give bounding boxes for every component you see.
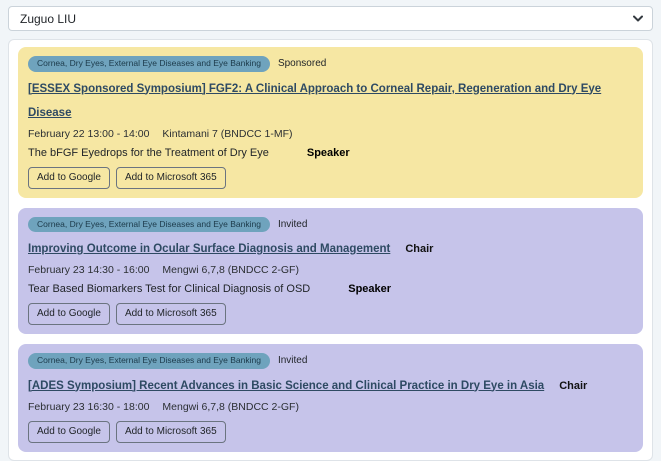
profile-select-value: Zuguo LIU <box>20 12 76 26</box>
category-badge: Cornea, Dry Eyes, External Eye Diseases … <box>28 217 270 233</box>
presentation-title: The bFGF Eyedrops for the Treatment of D… <box>28 147 269 159</box>
add-to-microsoft-button[interactable]: Add to Microsoft 365 <box>116 421 226 443</box>
presentation-role-label: Speaker <box>307 147 350 159</box>
event-card: Cornea, Dry Eyes, External Eye Diseases … <box>18 208 643 335</box>
session-time: February 22 13:00 - 14:00 <box>28 128 149 140</box>
add-to-google-button[interactable]: Add to Google <box>28 167 110 189</box>
session-location: Mengwi 6,7,8 (BNDCC 2-GF) <box>162 264 299 276</box>
invitation-type-label: Invited <box>278 219 307 230</box>
add-to-google-button[interactable]: Add to Google <box>28 421 110 443</box>
session-title-link[interactable]: Improving Outcome in Ocular Surface Diag… <box>28 243 390 255</box>
session-time: February 23 14:30 - 16:00 <box>28 264 149 276</box>
events-panel: Cornea, Dry Eyes, External Eye Diseases … <box>8 39 653 461</box>
chevron-down-icon <box>633 15 643 22</box>
session-role-label: Chair <box>559 380 587 392</box>
session-role-label: Chair <box>405 243 433 255</box>
invitation-type-label: Sponsored <box>278 58 326 69</box>
add-to-microsoft-button[interactable]: Add to Microsoft 365 <box>116 303 226 325</box>
session-title-link[interactable]: [ADES Symposium] Recent Advances in Basi… <box>28 380 544 392</box>
session-location: Kintamani 7 (BNDCC 1-MF) <box>162 128 292 140</box>
presentation-title: Tear Based Biomarkers Test for Clinical … <box>28 283 310 295</box>
event-card: Cornea, Dry Eyes, External Eye Diseases … <box>18 344 643 452</box>
event-card: Cornea, Dry Eyes, External Eye Diseases … <box>18 47 643 198</box>
session-location: Mengwi 6,7,8 (BNDCC 2-GF) <box>162 401 299 413</box>
profile-select[interactable]: Zuguo LIU <box>8 6 653 31</box>
category-badge: Cornea, Dry Eyes, External Eye Diseases … <box>28 56 270 72</box>
session-title-link[interactable]: [ESSEX Sponsored Symposium] FGF2: A Clin… <box>28 83 601 119</box>
session-time: February 23 16:30 - 18:00 <box>28 401 149 413</box>
invitation-type-label: Invited <box>278 355 307 366</box>
category-badge: Cornea, Dry Eyes, External Eye Diseases … <box>28 353 270 369</box>
add-to-microsoft-button[interactable]: Add to Microsoft 365 <box>116 167 226 189</box>
presentation-role-label: Speaker <box>348 283 391 295</box>
add-to-google-button[interactable]: Add to Google <box>28 303 110 325</box>
